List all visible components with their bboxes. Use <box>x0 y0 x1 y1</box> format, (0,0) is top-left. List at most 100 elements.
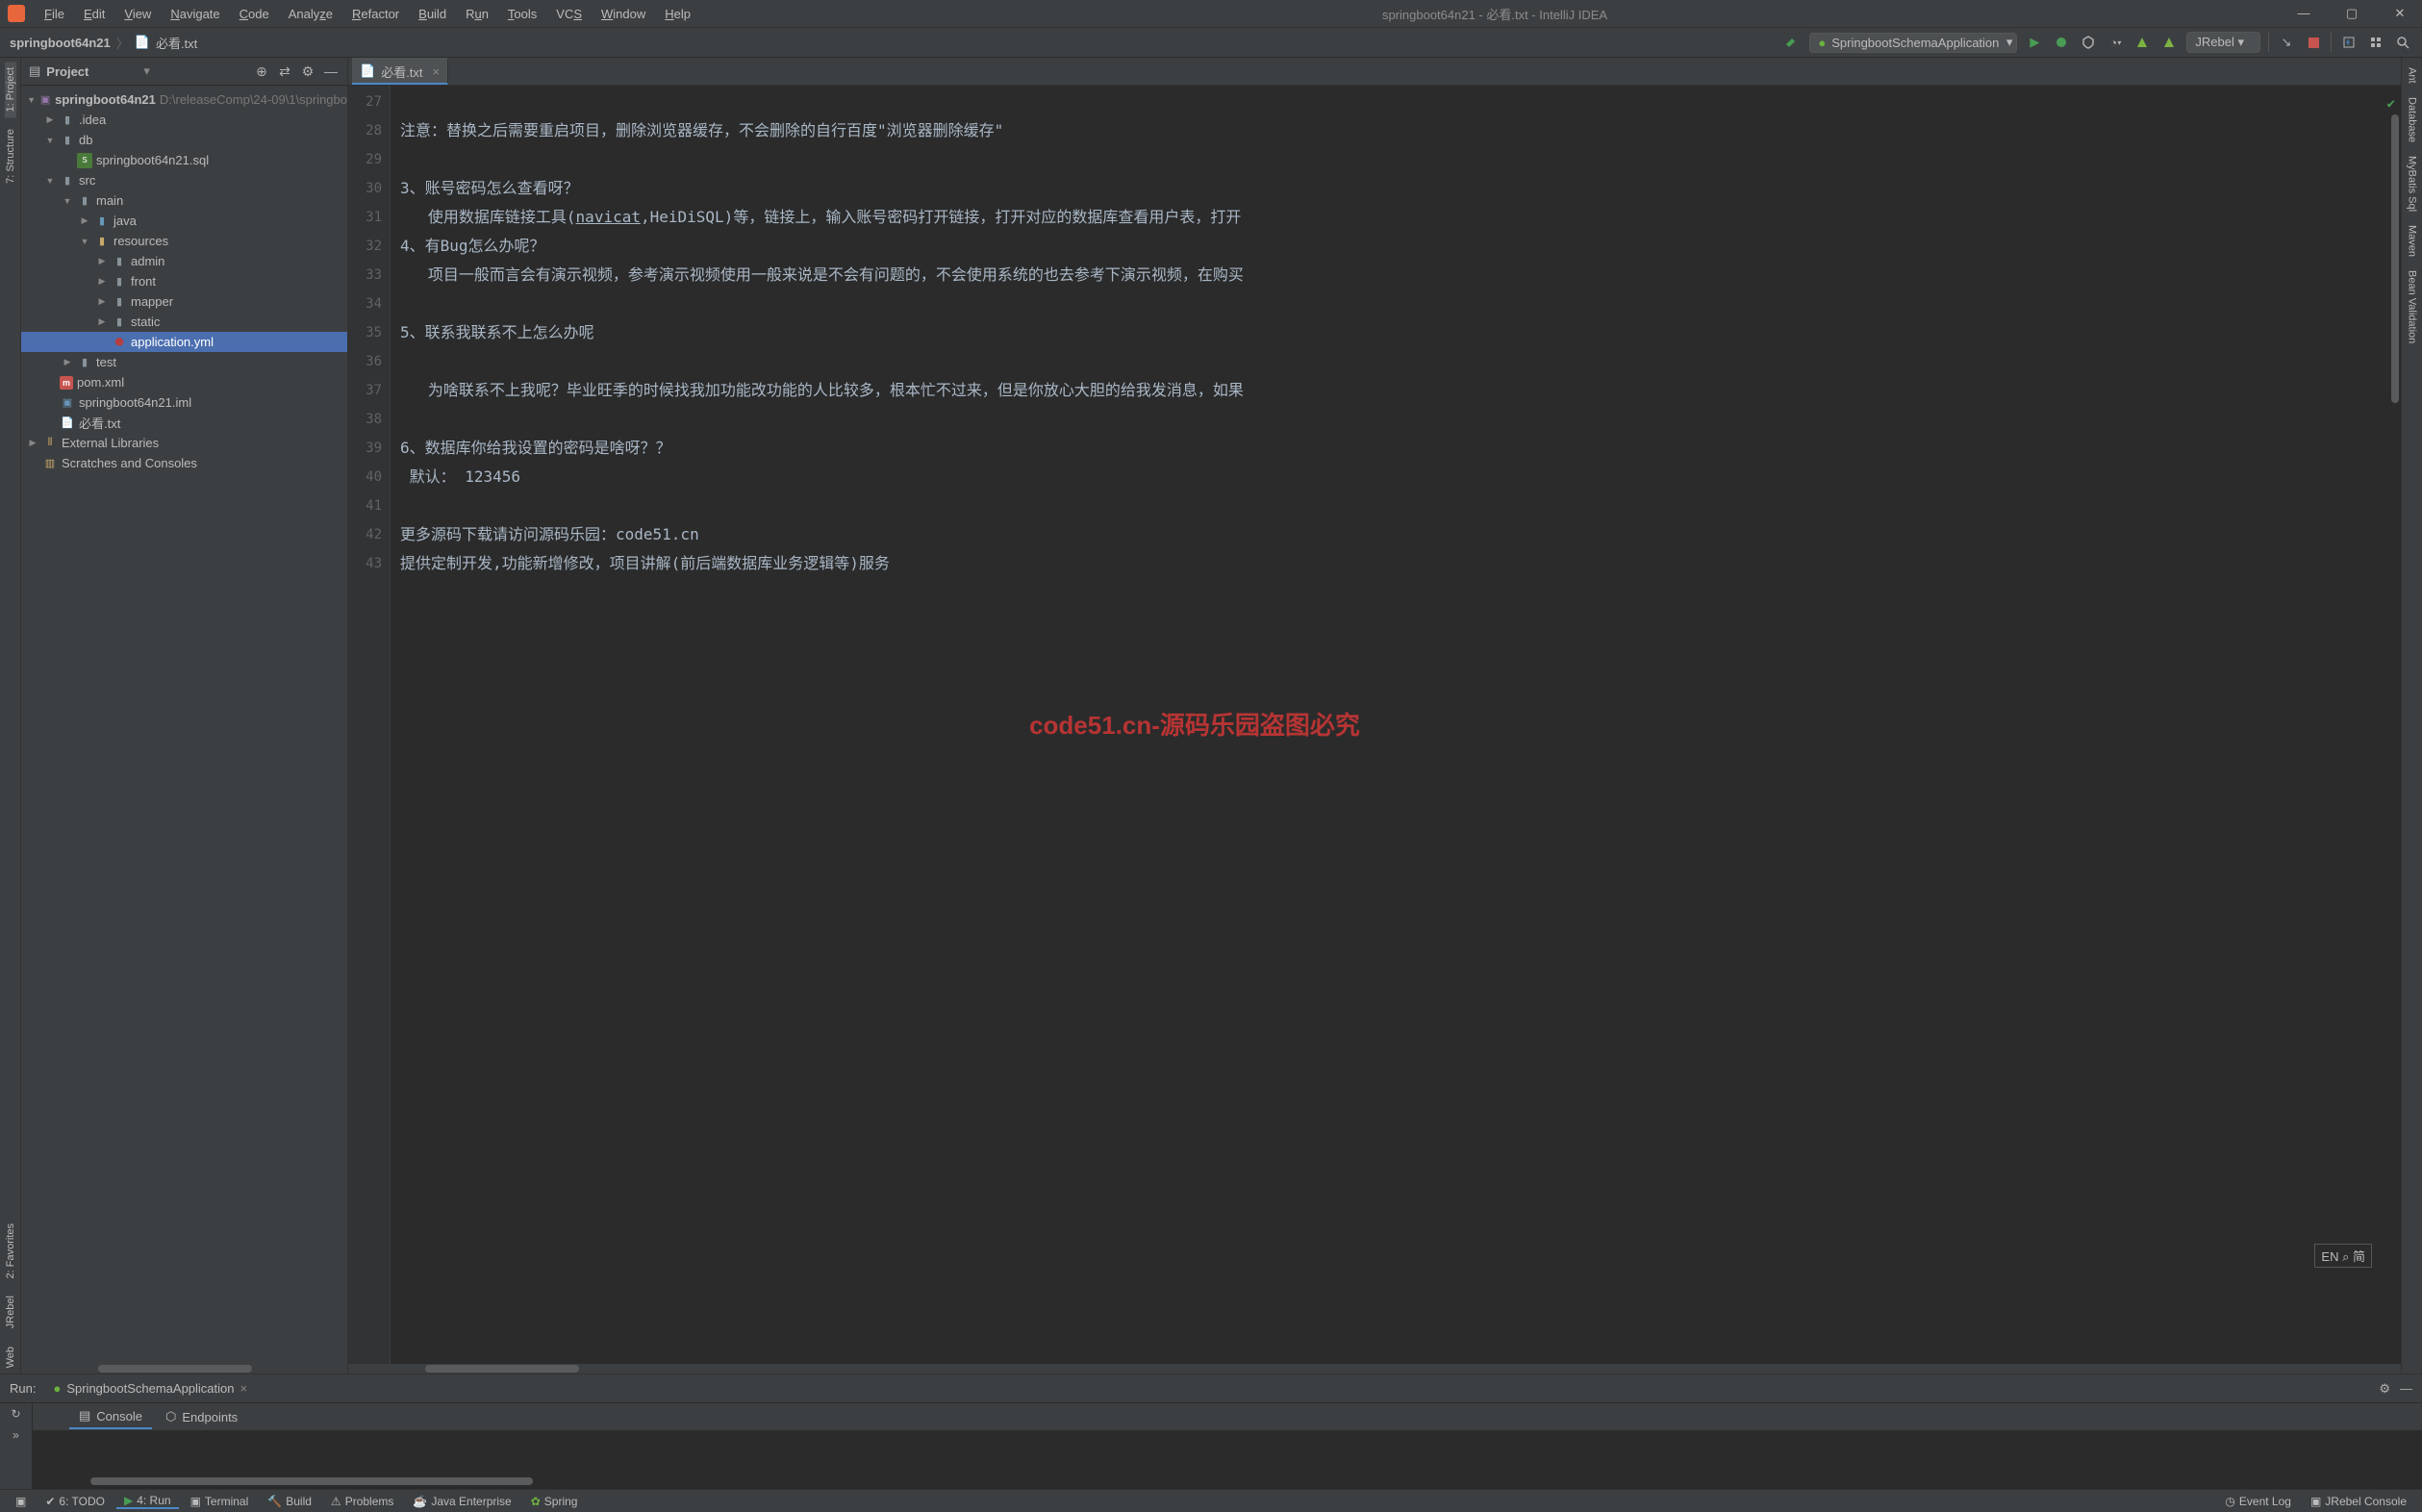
editor-content[interactable]: 注意：替换之后需要重启项目，删除浏览器缓存，不会删除的自行百度"浏览器删除缓存"… <box>391 86 2401 1364</box>
tree-resources[interactable]: ▼▮ resources <box>21 231 347 251</box>
run-button[interactable]: ▶ <box>2025 33 2044 52</box>
menu-window[interactable]: Window <box>592 7 655 21</box>
status-event-log[interactable]: ◷Event Log <box>2217 1495 2299 1508</box>
close-tab-icon[interactable]: × <box>433 64 441 79</box>
menu-navigate[interactable]: Navigate <box>161 7 229 21</box>
breadcrumb-file[interactable]: 必看.txt <box>156 34 197 52</box>
window-close-button[interactable]: ✕ <box>2385 6 2414 21</box>
coverage-button[interactable] <box>2079 33 2098 52</box>
menu-view[interactable]: View <box>114 7 161 21</box>
run-more-icon[interactable]: » <box>13 1428 19 1442</box>
project-panel-title[interactable]: Project <box>46 64 138 79</box>
project-tree[interactable]: ▼▣ springboot64n21 D:\releaseComp\24-09\… <box>21 86 347 1364</box>
breadcrumb-sep-icon: 〉 <box>116 34 129 52</box>
project-structure-icon[interactable] <box>2366 33 2385 52</box>
status-build[interactable]: 🔨Build <box>260 1495 319 1508</box>
window-minimize-button[interactable]: — <box>2289 6 2318 21</box>
run-hide-icon[interactable]: — <box>2400 1381 2412 1396</box>
status-javaee[interactable]: ☕Java Enterprise <box>405 1495 518 1508</box>
menu-vcs[interactable]: VCS <box>546 7 592 21</box>
menu-build[interactable]: Build <box>409 7 456 21</box>
tree-external-libraries[interactable]: ▶⫴ External Libraries <box>21 433 347 453</box>
settings-gear-icon[interactable]: ⚙ <box>299 63 316 80</box>
status-terminal[interactable]: ▣Terminal <box>183 1495 257 1508</box>
editor-vscrollbar[interactable] <box>2391 114 2399 403</box>
tree-iml[interactable]: ▣ springboot64n21.iml <box>21 392 347 413</box>
left-tool-stripe: 1: Project 7: Structure 2: Favorites JRe… <box>0 58 21 1373</box>
input-method-indicator[interactable]: EN ⌕ 简 <box>2314 1244 2372 1268</box>
rerun-icon[interactable]: ↻ <box>11 1407 20 1421</box>
tree-application-yml[interactable]: ⬣ application.yml <box>21 332 347 352</box>
tree-mapper[interactable]: ▶▮ mapper <box>21 291 347 312</box>
status-run[interactable]: ▶4: Run <box>116 1494 179 1509</box>
hide-panel-icon[interactable]: — <box>322 63 340 80</box>
editor-hscrollbar[interactable] <box>348 1364 2401 1373</box>
search-everywhere-icon[interactable] <box>2393 33 2412 52</box>
tree-db[interactable]: ▼▮ db <box>21 130 347 150</box>
breadcrumb-project[interactable]: springboot64n21 <box>10 36 111 50</box>
stripe-ant[interactable]: Ant <box>2407 62 2418 89</box>
tree-java[interactable]: ▶▮ java <box>21 211 347 231</box>
tree-scratches[interactable]: ▥ Scratches and Consoles <box>21 453 347 473</box>
console-tab[interactable]: ▤ Console <box>69 1404 152 1429</box>
tree-idea[interactable]: ▶▮ .idea <box>21 110 347 130</box>
console-output[interactable] <box>33 1430 2422 1489</box>
stripe-bean[interactable]: Bean Validation <box>2407 265 2418 349</box>
jrebel-debug-icon[interactable] <box>2159 33 2179 52</box>
profiler-button[interactable]: ◔▾ <box>2106 33 2125 52</box>
stripe-structure[interactable]: 7: Structure <box>5 123 16 189</box>
menu-code[interactable]: Code <box>230 7 279 21</box>
tree-pom[interactable]: m pom.xml <box>21 372 347 392</box>
close-icon[interactable]: × <box>240 1381 248 1396</box>
resources-folder-icon: ▮ <box>94 234 110 249</box>
stop-button[interactable] <box>2304 33 2323 52</box>
vcs-update-icon[interactable] <box>2339 33 2359 52</box>
menu-analyze[interactable]: Analyze <box>279 7 342 21</box>
build-hammer-icon[interactable] <box>1782 33 1802 52</box>
menu-help[interactable]: Help <box>655 7 700 21</box>
stripe-jrebel[interactable]: JRebel <box>5 1290 16 1334</box>
status-todo[interactable]: ✔6: TODO <box>38 1495 113 1508</box>
stripe-database[interactable]: Database <box>2407 91 2418 148</box>
stripe-project[interactable]: 1: Project <box>5 62 16 117</box>
window-maximize-button[interactable]: ▢ <box>2337 6 2366 21</box>
jrebel-dropdown[interactable]: JRebel ▾ <box>2186 32 2260 53</box>
endpoints-tab[interactable]: ⬡ Endpoints <box>156 1405 247 1428</box>
run-settings-icon[interactable]: ⚙ <box>2379 1381 2390 1397</box>
console-hscrollbar[interactable] <box>90 1477 533 1485</box>
stripe-favorites[interactable]: 2: Favorites <box>5 1218 16 1284</box>
debug-button[interactable] <box>2052 33 2071 52</box>
menu-file[interactable]: File <box>35 7 74 21</box>
tree-main[interactable]: ▼▮ main <box>21 190 347 211</box>
stripe-mybatis[interactable]: MyBatis Sql <box>2407 150 2418 217</box>
tree-static[interactable]: ▶▮ static <box>21 312 347 332</box>
project-hscrollbar[interactable] <box>21 1364 347 1373</box>
menu-tools[interactable]: Tools <box>498 7 546 21</box>
attach-button[interactable]: ↘ <box>2277 33 2296 52</box>
editor-body[interactable]: 27 28 29 30 31 32 33 34 35 36 37 38 39 4… <box>348 86 2401 1364</box>
tree-db-sql[interactable]: S springboot64n21.sql <box>21 150 347 170</box>
stripe-maven[interactable]: Maven <box>2407 219 2418 263</box>
tree-readme[interactable]: 📄 必看.txt <box>21 413 347 433</box>
tree-root[interactable]: ▼▣ springboot64n21 D:\releaseComp\24-09\… <box>21 89 347 110</box>
menu-edit[interactable]: Edit <box>74 7 114 21</box>
editor-tab-readme[interactable]: 📄 必看.txt × <box>352 58 448 85</box>
tree-front[interactable]: ▶▮ front <box>21 271 347 291</box>
tree-test[interactable]: ▶▮ test <box>21 352 347 372</box>
status-spring[interactable]: ✿Spring <box>523 1495 586 1508</box>
stripe-web[interactable]: Web <box>5 1341 16 1373</box>
status-jrebel-console[interactable]: ▣JRebel Console <box>2303 1495 2414 1508</box>
tree-admin[interactable]: ▶▮ admin <box>21 251 347 271</box>
run-configuration-selector[interactable]: ● SpringbootSchemaApplication ▾ <box>1809 33 2017 53</box>
menu-refactor[interactable]: Refactor <box>342 7 409 21</box>
run-process-tab[interactable]: ● SpringbootSchemaApplication × <box>45 1381 255 1396</box>
expand-all-icon[interactable]: ⇄ <box>276 63 293 80</box>
jrebel-run-icon[interactable] <box>2132 33 2152 52</box>
chevron-down-icon[interactable]: ▾ <box>143 63 150 79</box>
status-problems[interactable]: ⚠Problems <box>323 1495 401 1508</box>
tree-src[interactable]: ▼▮ src <box>21 170 347 190</box>
select-opened-file-icon[interactable]: ⊕ <box>253 63 270 80</box>
intellij-logo-icon <box>8 5 25 22</box>
menu-run[interactable]: Run <box>456 7 498 21</box>
status-show-hide-icon[interactable]: ▣ <box>8 1495 34 1508</box>
